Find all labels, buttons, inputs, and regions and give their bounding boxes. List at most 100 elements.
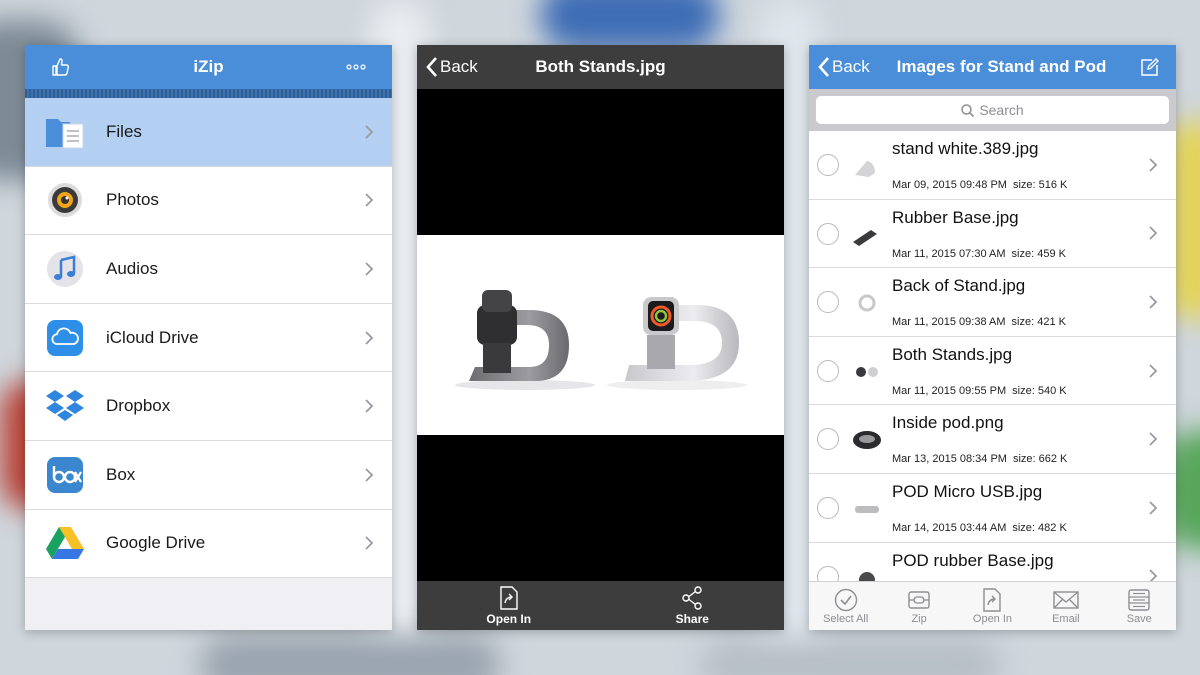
file-date: Mar 13, 2015 08:34 PM	[892, 453, 1007, 466]
zip-icon	[908, 590, 930, 609]
select-checkbox[interactable]	[817, 496, 839, 519]
file-thumbnail	[858, 294, 876, 312]
zip-button[interactable]: Zip	[889, 588, 949, 625]
back-label: Back	[440, 57, 478, 76]
file-name: Inside pod.png	[892, 413, 1004, 433]
image-preview[interactable]	[417, 235, 784, 435]
menu-item-label: Files	[106, 121, 142, 141]
select-checkbox[interactable]	[817, 222, 839, 245]
file-size: size: 516 K	[1012, 179, 1068, 191]
file-row[interactable]: POD Micro USB.jpg Mar 14, 2015 03:44 AM s…	[809, 473, 1176, 543]
more-dots-icon	[346, 64, 366, 70]
file-date: Mar 09, 2015 09:48 PM	[892, 179, 1007, 191]
search-bar: Search	[809, 89, 1176, 131]
email-button[interactable]: Email	[1036, 588, 1096, 625]
chevron-left-icon	[426, 57, 437, 77]
search-icon	[961, 103, 975, 117]
select-checkbox[interactable]	[817, 428, 839, 451]
folder-icon	[45, 112, 85, 152]
select-checkbox[interactable]	[817, 154, 839, 176]
edit-button[interactable]	[1140, 45, 1160, 89]
file-row[interactable]: Rubber Base.jpg Mar 11, 2015 07:30 AM siz…	[809, 199, 1176, 269]
back-button[interactable]: Back	[817, 45, 870, 89]
menu-item-google-drive[interactable]: Google Drive	[25, 509, 392, 579]
chevron-right-icon	[365, 399, 374, 413]
menu-item-label: Dropbox	[106, 396, 171, 416]
izip-home-screen: iZip Files Photos Audios iCloud Drive Dr…	[25, 45, 392, 630]
file-name: POD rubber Base.jpg	[892, 550, 1054, 570]
save-label: Save	[1126, 612, 1152, 625]
photos-icon	[45, 180, 85, 220]
compose-icon	[1141, 58, 1159, 76]
menu-item-audios[interactable]: Audios	[25, 235, 392, 304]
zip-label: Zip	[911, 612, 927, 625]
chevron-right-icon	[365, 536, 374, 550]
menu-item-files[interactable]: Files	[25, 98, 392, 167]
navigation-bar: iZip	[25, 45, 392, 89]
chevron-right-icon	[1149, 226, 1158, 241]
folder-list-screen: Back Images for Stand and Pod Search sta…	[809, 45, 1176, 630]
chevron-right-icon	[365, 262, 374, 276]
menu-item-label: Photos	[106, 190, 159, 210]
chevron-right-icon	[1149, 432, 1158, 446]
open-in-icon	[500, 585, 518, 610]
file-meta: Mar 14, 2015 03:44 AM size: 482 K	[892, 522, 1073, 534]
file-meta: Mar 13, 2015 08:34 PM size: 662 K	[892, 453, 1073, 465]
file-name: POD Micro USB.jpg	[892, 481, 1043, 501]
select-all-button[interactable]: Select All	[816, 588, 876, 625]
chevron-right-icon	[365, 330, 374, 345]
file-meta: Mar 11, 2015 09:55 PM size: 540 K	[892, 385, 1073, 397]
open-in-label: Open In	[972, 612, 1013, 625]
file-list: stand white.389.jpg Mar 09, 2015 09:48 P…	[809, 131, 1176, 612]
bottom-toolbar: Select All Zip Open In Email Save	[809, 581, 1176, 630]
box-icon	[45, 455, 85, 495]
search-placeholder: Search	[979, 102, 1024, 118]
file-date: Mar 11, 2015 07:30 AM	[892, 247, 1006, 260]
envelope-icon	[1053, 590, 1079, 609]
icloud-icon	[45, 318, 85, 358]
chevron-left-icon	[818, 57, 829, 77]
menu-item-photos[interactable]: Photos	[25, 166, 392, 236]
bottom-toolbar: Open In Share	[417, 581, 784, 630]
file-row[interactable]: Back of Stand.jpg Mar 11, 2015 09:38 AM s…	[809, 268, 1176, 337]
file-size: size: 482 K	[1012, 521, 1067, 534]
save-button[interactable]: Save	[1109, 588, 1169, 625]
menu-item-label: Google Drive	[106, 533, 206, 553]
email-label: Email	[1052, 612, 1080, 625]
file-name: Rubber Base.jpg	[892, 207, 1019, 227]
file-date: Mar 14, 2015 03:44 AM	[892, 521, 1007, 534]
save-drive-icon	[1128, 588, 1150, 611]
share-label: Share	[675, 611, 709, 626]
share-button[interactable]: Share	[647, 585, 737, 626]
like-button[interactable]	[51, 45, 71, 89]
file-thumbnail	[853, 229, 877, 246]
file-row[interactable]: Both Stands.jpg Mar 11, 2015 09:55 PM siz…	[809, 336, 1176, 406]
chevron-right-icon	[365, 468, 374, 482]
open-in-label: Open In	[486, 611, 532, 626]
search-input[interactable]: Search	[816, 96, 1169, 124]
open-in-button[interactable]: Open In	[962, 587, 1022, 625]
select-checkbox[interactable]	[817, 359, 839, 382]
open-in-button[interactable]: Open In	[464, 585, 554, 626]
file-meta: Mar 09, 2015 09:48 PM size: 516 K	[892, 179, 1073, 191]
menu-item-icloud-drive[interactable]: iCloud Drive	[25, 303, 392, 373]
more-button[interactable]	[346, 45, 366, 89]
file-thumbnail	[855, 505, 879, 513]
menu-item-dropbox[interactable]: Dropbox	[25, 372, 392, 441]
share-icon	[682, 585, 702, 610]
file-date: Mar 11, 2015 09:55 PM	[892, 384, 1007, 397]
chevron-right-icon	[1149, 501, 1158, 515]
chevron-right-icon	[1149, 158, 1158, 172]
file-size: size: 540 K	[1012, 384, 1067, 397]
back-button[interactable]: Back	[425, 45, 478, 89]
file-size: size: 662 K	[1012, 453, 1068, 466]
select-checkbox[interactable]	[817, 291, 839, 314]
dropbox-icon	[45, 386, 85, 426]
file-row[interactable]: stand white.389.jpg Mar 09, 2015 09:48 P…	[809, 131, 1176, 200]
page-title: Both Stands.jpg	[535, 57, 666, 76]
checkmark-circle-icon	[834, 588, 857, 611]
menu-item-label: Audios	[106, 258, 158, 278]
menu-item-box[interactable]: Box	[25, 440, 392, 510]
file-name: Back of Stand.jpg	[892, 276, 1026, 296]
file-row[interactable]: Inside pod.png Mar 13, 2015 08:34 PM size…	[809, 405, 1176, 474]
